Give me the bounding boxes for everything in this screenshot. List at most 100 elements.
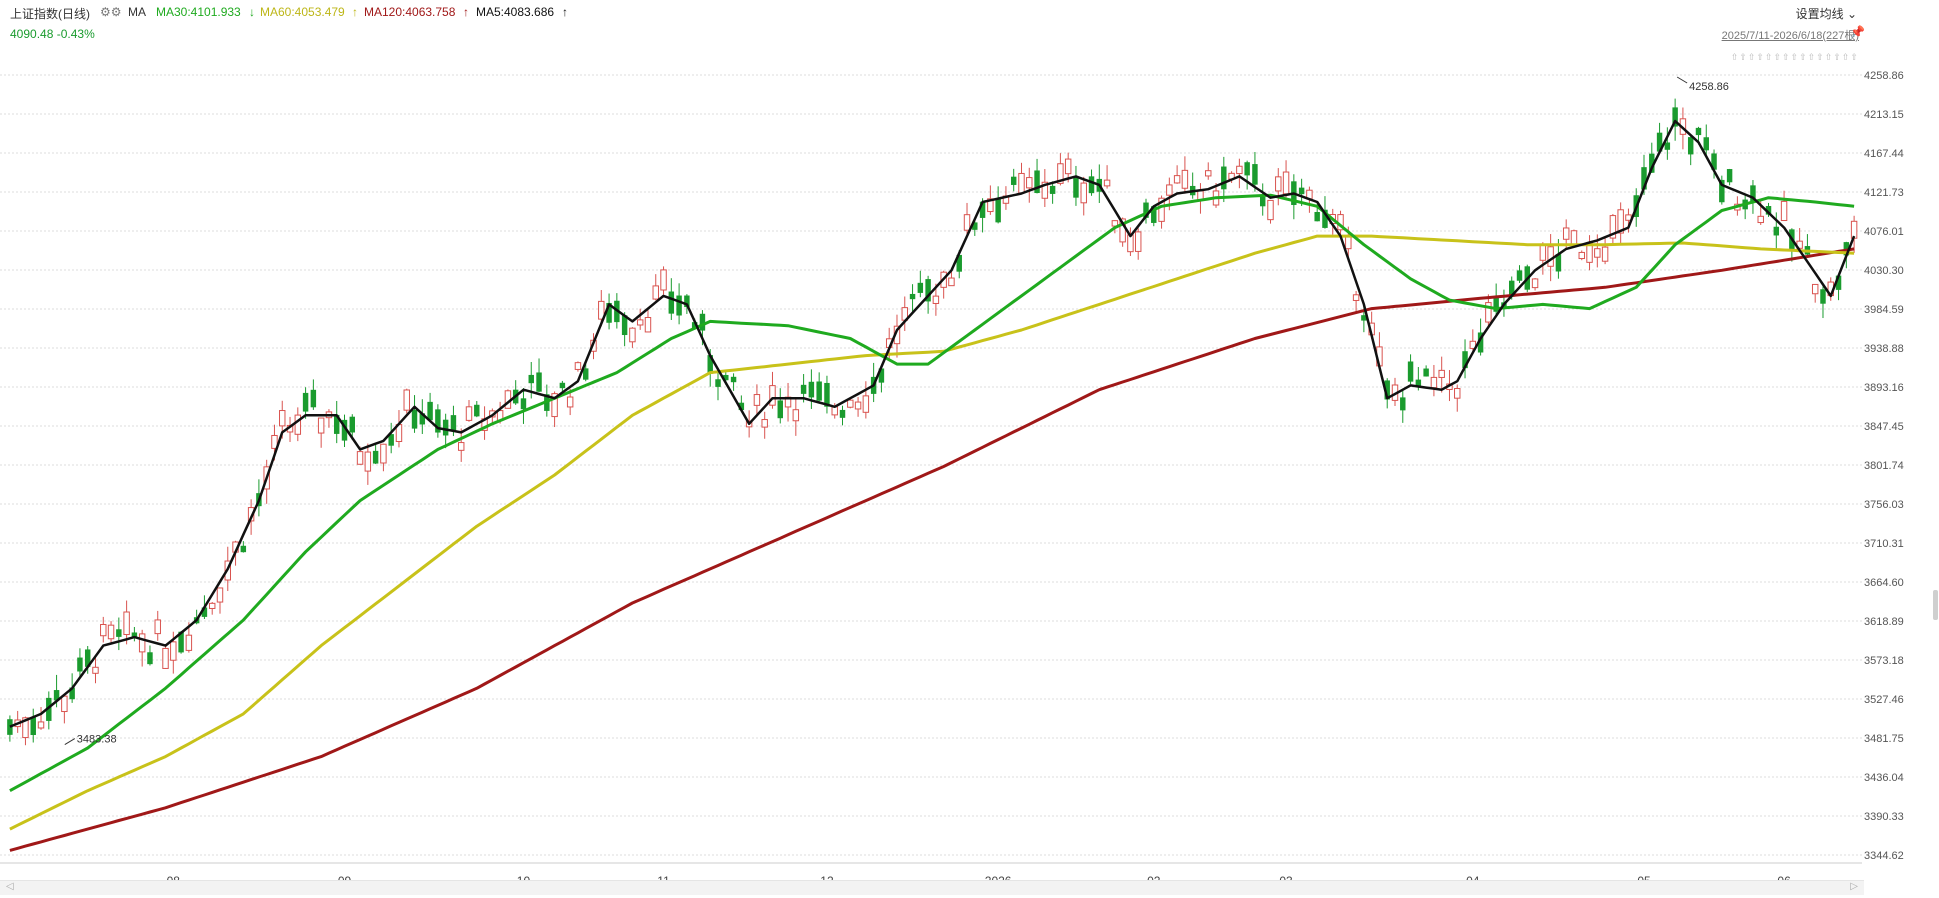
y-tick-label: 3847.45 (1864, 421, 1904, 433)
candle-up (1780, 200, 1788, 222)
side-resize-handle[interactable] (1933, 590, 1938, 620)
candle-down (116, 629, 122, 637)
candle-down (1221, 166, 1227, 190)
candle-up (1275, 176, 1282, 192)
annotations: 4258.86 3483.38 (64, 76, 1729, 746)
candle-up (1562, 227, 1570, 240)
candle-up (1127, 234, 1134, 253)
candle-up (162, 647, 169, 669)
y-tick-label: 3893.16 (1864, 382, 1904, 394)
ma-settings-button[interactable]: 设置均线 ⌄ (1796, 5, 1857, 22)
candlestick-chart[interactable]: 4258.86 4213.15 4167.44 4121.73 4076.01 4030.… (0, 0, 1939, 898)
candle-up (652, 285, 659, 300)
ma60-arrow: ↑ (352, 5, 358, 19)
candle-up (1438, 369, 1445, 378)
candle-up (208, 602, 216, 609)
scroll-right-icon[interactable]: ▷ (1850, 881, 1858, 892)
candle-up (92, 666, 99, 674)
candle-up (317, 417, 325, 434)
ma-label[interactable]: MA (128, 5, 146, 19)
y-tick-label: 3573.18 (1864, 655, 1904, 667)
candle-down (1010, 176, 1017, 185)
candle-up (932, 295, 940, 304)
candle-up (138, 633, 146, 653)
y-tick-label: 4258.86 (1864, 70, 1904, 82)
candle-up (123, 611, 130, 636)
ma30-arrow: ↓ (249, 5, 255, 19)
candle-up (1430, 376, 1438, 389)
ma120-line (9, 247, 1855, 852)
date-range-label[interactable]: 2025/7/11-2026/6/18(227根) (1722, 27, 1859, 43)
candle-down (800, 384, 807, 394)
candle-down (1073, 176, 1079, 198)
candle-down (808, 381, 815, 398)
candle-down (1664, 142, 1671, 150)
candle-up (380, 443, 387, 464)
pin-icon[interactable]: 📌 (1850, 25, 1865, 39)
candle-down (909, 293, 916, 300)
candle-up (1103, 179, 1111, 187)
candle-down (310, 389, 317, 408)
ma60-line (9, 234, 1855, 831)
candle-up (1594, 248, 1601, 258)
candle-down (1820, 289, 1826, 304)
candle-up (1181, 169, 1189, 189)
candle-down (1407, 361, 1414, 382)
price-change: 4090.48 -0.43% (10, 27, 95, 41)
chart-header: 上证指数(日线) ⚙⚙ MA MA30:4101.933 ↓ MA60:4053… (0, 0, 1939, 26)
candle-down (147, 652, 153, 665)
candle-down (427, 401, 433, 421)
candle-down (995, 198, 1001, 223)
y-tick-label: 3436.04 (1864, 772, 1904, 784)
candle-up (1166, 184, 1173, 196)
candle-down (1695, 127, 1702, 136)
candle-down (1244, 162, 1250, 176)
candle-down (1423, 368, 1429, 377)
candle-up (1757, 215, 1764, 224)
candle-down (30, 717, 36, 736)
candle-up (1236, 165, 1243, 175)
candle-up (1064, 158, 1072, 175)
candle-up (61, 695, 68, 713)
candle-up (1578, 251, 1585, 260)
y-tick-label: 4030.30 (1864, 265, 1904, 277)
candle-down (1049, 185, 1056, 194)
index-title: 上证指数(日线) (10, 7, 90, 21)
candle-up (1282, 171, 1290, 195)
candle-up (854, 401, 862, 410)
candle-up (1601, 246, 1609, 262)
candle-up (1539, 244, 1547, 261)
candle-down (1298, 187, 1305, 195)
candle-up (761, 419, 768, 428)
candle-up (644, 317, 652, 333)
candle-down (528, 374, 534, 384)
y-tick-label: 3984.59 (1864, 304, 1904, 316)
scroll-left-icon[interactable]: ◁ (6, 881, 14, 892)
candle-up (154, 619, 161, 635)
y-tick-label: 3938.88 (1864, 343, 1904, 355)
settings-label: 设置均线 (1795, 7, 1844, 21)
candle-down (839, 409, 846, 418)
horizontal-scrollbar[interactable]: ◁ ▷ (0, 880, 1864, 895)
gear-icon[interactable]: ⚙⚙ (100, 5, 122, 19)
candle-down (1726, 169, 1733, 183)
dotted-markers: ⇧⇧⇧⇧⇧⇧⇧⇧⇧⇧⇧⇧⇧⇧⇧ (1730, 52, 1859, 62)
candle-down (668, 291, 675, 314)
candle-up (403, 389, 410, 411)
candle-up (457, 442, 465, 451)
ma120-value: MA120:4063.758 (364, 5, 456, 19)
candle-down (450, 415, 457, 431)
candle-down (777, 400, 783, 419)
candle-up (100, 624, 107, 637)
candle-up (629, 327, 636, 343)
candle-up (1811, 283, 1819, 295)
low-annotation-arrow (64, 738, 76, 746)
candle-up (574, 362, 582, 370)
candle-down (1400, 397, 1406, 411)
candle-up (948, 277, 955, 287)
candle-up (1267, 199, 1274, 221)
candle-down (730, 376, 737, 383)
candle-down (349, 416, 356, 433)
y-tick-label: 3344.62 (1864, 850, 1904, 862)
candle-down (1516, 270, 1523, 281)
